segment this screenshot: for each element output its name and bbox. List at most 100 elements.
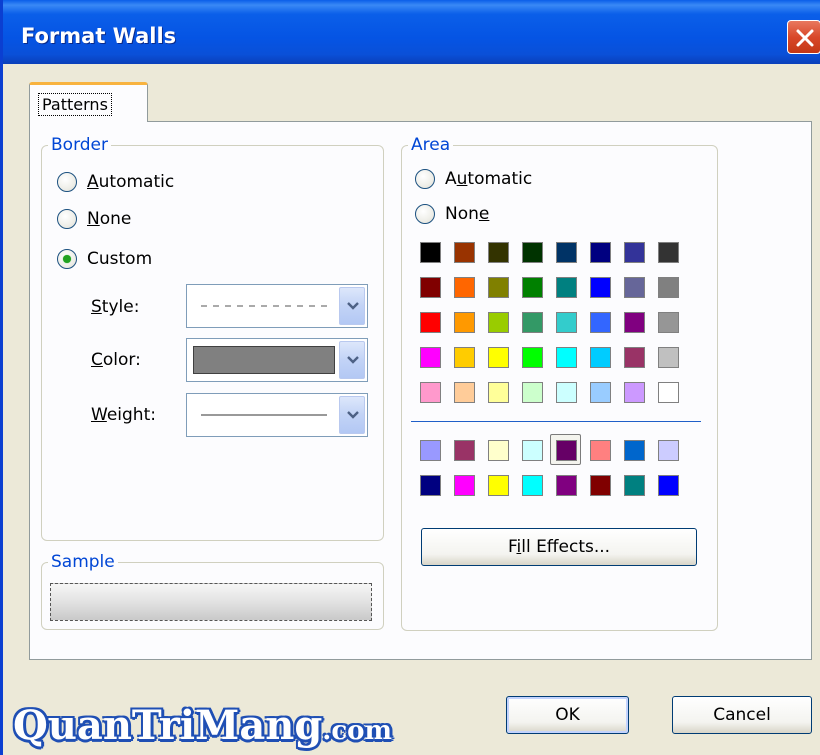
color-swatch[interactable] <box>658 440 679 461</box>
color-swatch[interactable] <box>658 347 679 368</box>
color-swatch[interactable] <box>590 440 611 461</box>
style-dropdown-button[interactable] <box>339 287 365 325</box>
area-group-title: Area <box>408 135 454 155</box>
color-swatch[interactable] <box>624 440 645 461</box>
color-swatch[interactable] <box>522 382 543 403</box>
area-automatic-radio[interactable]: Automatic <box>415 169 532 189</box>
color-dropdown[interactable] <box>186 338 368 382</box>
border-group-title: Border <box>48 135 111 155</box>
color-swatch[interactable] <box>454 242 475 263</box>
color-swatch[interactable] <box>624 347 645 368</box>
color-swatch[interactable] <box>420 277 441 298</box>
color-swatch[interactable] <box>488 242 509 263</box>
color-swatch[interactable] <box>624 242 645 263</box>
color-swatch[interactable] <box>590 312 611 333</box>
color-swatch[interactable] <box>454 347 475 368</box>
color-swatch[interactable] <box>522 440 543 461</box>
color-swatch[interactable] <box>590 277 611 298</box>
tab-patterns[interactable]: Patterns <box>29 82 148 122</box>
color-swatch[interactable] <box>658 382 679 403</box>
ok-button[interactable]: OK <box>506 696 629 734</box>
color-swatch[interactable] <box>556 475 577 496</box>
color-swatch[interactable] <box>556 440 577 461</box>
color-swatch[interactable] <box>556 347 577 368</box>
color-swatch[interactable] <box>488 382 509 403</box>
color-swatch[interactable] <box>658 475 679 496</box>
color-swatch[interactable] <box>420 242 441 263</box>
color-swatch[interactable] <box>658 242 679 263</box>
area-none-label: None <box>445 204 489 224</box>
title-bar[interactable]: Format Walls <box>3 0 820 64</box>
area-none-radio[interactable]: None <box>415 204 489 224</box>
color-swatch[interactable] <box>590 382 611 403</box>
style-label: Style: <box>91 297 139 317</box>
watermark-suffix: .com <box>322 716 393 746</box>
color-swatch[interactable] <box>624 382 645 403</box>
color-swatch[interactable] <box>488 312 509 333</box>
color-swatch[interactable] <box>420 347 441 368</box>
radio-circle[interactable] <box>57 172 77 192</box>
area-none-text: Non <box>445 204 479 224</box>
color-swatch[interactable] <box>454 475 475 496</box>
area-automatic-label: Automatic <box>445 169 532 189</box>
color-access-key: C <box>91 350 103 370</box>
radio-circle[interactable] <box>415 169 435 189</box>
color-swatch[interactable] <box>454 382 475 403</box>
color-swatch[interactable] <box>556 382 577 403</box>
close-button[interactable] <box>787 20 820 54</box>
color-swatch[interactable] <box>590 475 611 496</box>
weight-dropdown-button[interactable] <box>339 396 365 434</box>
chevron-down-icon <box>347 356 359 364</box>
color-swatch[interactable] <box>522 312 543 333</box>
window-title: Format Walls <box>21 24 177 48</box>
close-icon <box>796 29 814 47</box>
color-swatch[interactable] <box>658 277 679 298</box>
weight-dropdown[interactable] <box>186 393 368 437</box>
dashed-line-preview <box>201 305 327 307</box>
color-label-text: olor: <box>102 350 141 370</box>
color-label: Color: <box>91 350 141 370</box>
border-custom-radio[interactable]: Custom <box>57 249 152 269</box>
border-none-text: one <box>99 209 132 229</box>
border-none-radio[interactable]: None <box>57 209 131 229</box>
area-automatic-text-1: A <box>445 169 457 189</box>
color-swatch[interactable] <box>454 312 475 333</box>
color-swatch[interactable] <box>420 312 441 333</box>
color-swatch[interactable] <box>488 347 509 368</box>
color-swatch[interactable] <box>624 277 645 298</box>
color-swatch[interactable] <box>556 312 577 333</box>
color-dropdown-button[interactable] <box>339 341 365 379</box>
color-swatch[interactable] <box>624 475 645 496</box>
weight-label-text: eight: <box>106 405 156 425</box>
color-swatch[interactable] <box>522 475 543 496</box>
style-dropdown[interactable] <box>186 284 368 328</box>
radio-circle[interactable] <box>57 209 77 229</box>
color-swatch[interactable] <box>624 312 645 333</box>
radio-circle-checked[interactable] <box>57 249 77 269</box>
color-swatch[interactable] <box>522 347 543 368</box>
color-swatch[interactable] <box>454 277 475 298</box>
watermark-logo: QuanTriMang.com <box>13 702 392 749</box>
color-swatch[interactable] <box>454 440 475 461</box>
chevron-down-icon <box>347 302 359 310</box>
color-swatch[interactable] <box>488 440 509 461</box>
cancel-button[interactable]: Cancel <box>672 696 812 734</box>
color-swatch[interactable] <box>488 475 509 496</box>
sample-group-title: Sample <box>48 552 118 572</box>
radio-circle[interactable] <box>415 204 435 224</box>
color-swatch[interactable] <box>488 277 509 298</box>
color-swatch[interactable] <box>522 242 543 263</box>
border-automatic-radio[interactable]: Automatic <box>57 172 174 192</box>
color-swatch[interactable] <box>420 475 441 496</box>
color-swatch[interactable] <box>590 242 611 263</box>
area-automatic-text-2: tomatic <box>467 169 533 189</box>
chevron-down-icon <box>347 411 359 419</box>
color-swatch[interactable] <box>590 347 611 368</box>
color-swatch[interactable] <box>556 277 577 298</box>
color-swatch[interactable] <box>658 312 679 333</box>
fill-effects-button[interactable]: Fill Effects... <box>421 528 697 566</box>
color-swatch[interactable] <box>522 277 543 298</box>
color-swatch[interactable] <box>556 242 577 263</box>
color-swatch[interactable] <box>420 382 441 403</box>
color-swatch[interactable] <box>420 440 441 461</box>
